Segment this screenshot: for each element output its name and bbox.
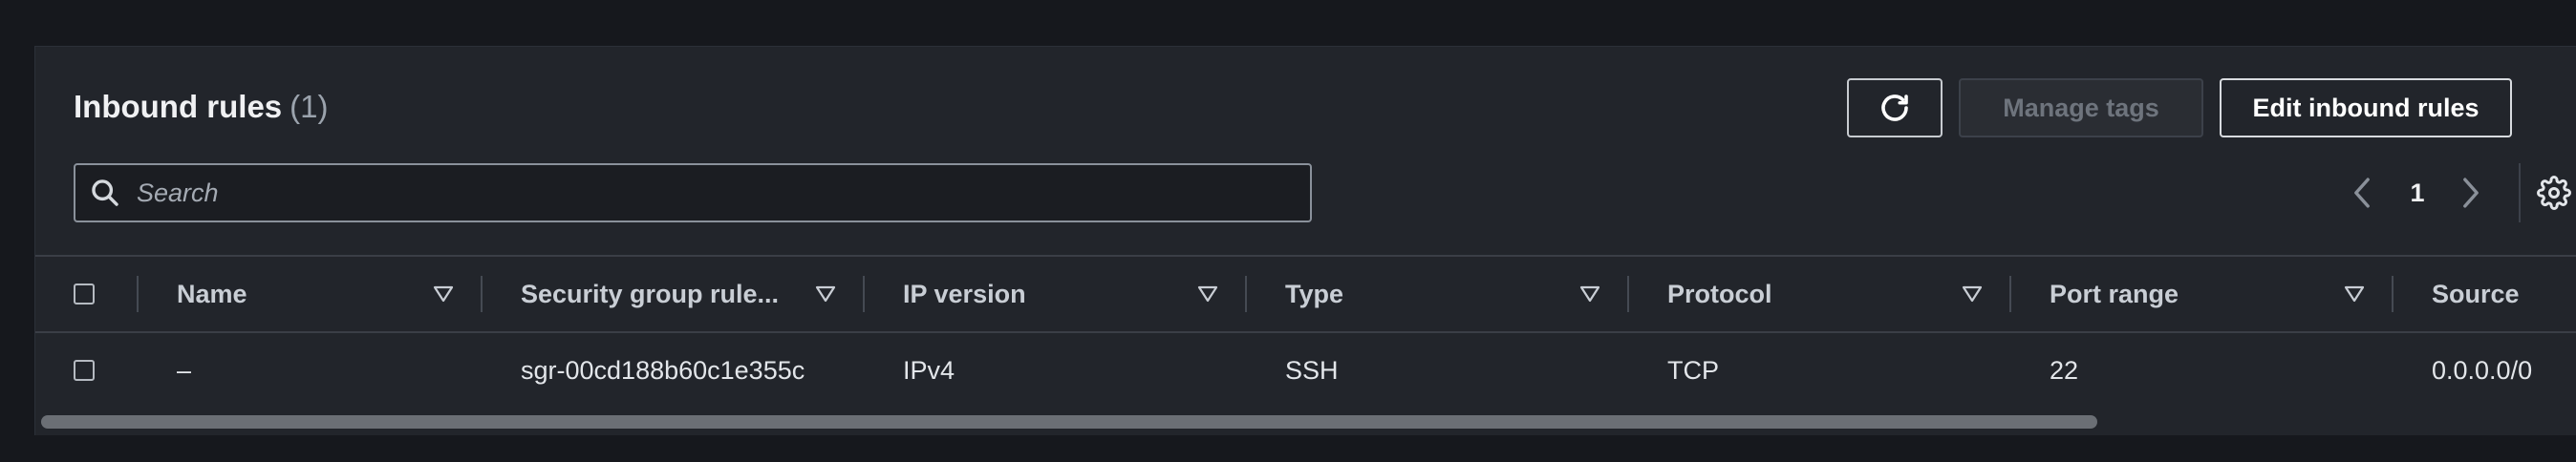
search-box[interactable] [74,163,1312,222]
preferences-button[interactable] [2531,170,2576,216]
column-separator [2392,276,2394,312]
edit-inbound-rules-button[interactable]: Edit inbound rules [2220,78,2512,137]
pager-divider [2519,163,2521,222]
gear-icon [2537,176,2571,210]
table-header-row: Name Security group rule... IP version T… [35,255,2576,333]
column-header-port-range[interactable]: Port range [2050,257,2179,331]
inbound-rules-panel: Inbound rules (1) Manage tags Edit inboun… [34,46,2576,435]
sort-icon[interactable] [433,257,454,331]
previous-page-button[interactable] [2346,165,2378,220]
chevron-left-icon [2351,177,2372,209]
panel-title-text: Inbound rules [74,89,283,124]
column-header-protocol[interactable]: Protocol [1667,257,1772,331]
sort-icon[interactable] [1197,257,1218,331]
column-header-name[interactable]: Name [177,257,247,331]
scrollbar-thumb[interactable] [41,415,2097,429]
cell-port-range: 22 [2050,355,2079,385]
cell-ip-version: IPv4 [903,355,955,385]
column-separator [863,276,865,312]
cell-name: – [177,355,192,385]
manage-tags-button[interactable]: Manage tags [1959,78,2203,137]
row-checkbox[interactable] [74,360,95,381]
column-header-type[interactable]: Type [1285,257,1343,331]
table-row[interactable]: – sgr-00cd188b60c1e355c IPv4 SSH TCP 22 … [35,333,2576,410]
chevron-right-icon [2460,177,2481,209]
sort-icon[interactable] [1579,257,1600,331]
cell-type: SSH [1285,355,1339,385]
column-separator [481,276,483,312]
column-separator [2009,276,2011,312]
cell-security-group-rule: sgr-00cd188b60c1e355c [521,355,805,385]
cell-source: 0.0.0.0/0 [2432,355,2533,385]
rules-count: (1) [290,89,329,124]
refresh-icon [1878,91,1912,125]
cell-protocol: TCP [1667,355,1719,385]
select-all-checkbox[interactable] [74,284,95,304]
column-header-ip-version[interactable]: IP version [903,257,1026,331]
column-separator [1245,276,1247,312]
search-input[interactable] [135,177,1310,209]
row-select-cell [74,333,95,408]
sort-icon[interactable] [815,257,836,331]
column-separator [1627,276,1629,312]
inbound-rules-table: Name Security group rule... IP version T… [35,255,2576,410]
page: Inbound rules (1) Manage tags Edit inboun… [0,0,2576,462]
horizontal-scrollbar[interactable] [35,408,2576,435]
current-page-number[interactable]: 1 [2401,165,2434,220]
refresh-button[interactable] [1847,78,1943,137]
column-separator [137,276,139,312]
select-all-cell [74,257,95,331]
sort-icon[interactable] [2344,257,2365,331]
sort-icon[interactable] [1962,257,1983,331]
column-header-security-group-rule[interactable]: Security group rule... [521,257,779,331]
search-icon [89,177,121,209]
next-page-button[interactable] [2455,165,2487,220]
panel-title: Inbound rules (1) [74,89,329,125]
column-header-source[interactable]: Source [2432,257,2520,331]
